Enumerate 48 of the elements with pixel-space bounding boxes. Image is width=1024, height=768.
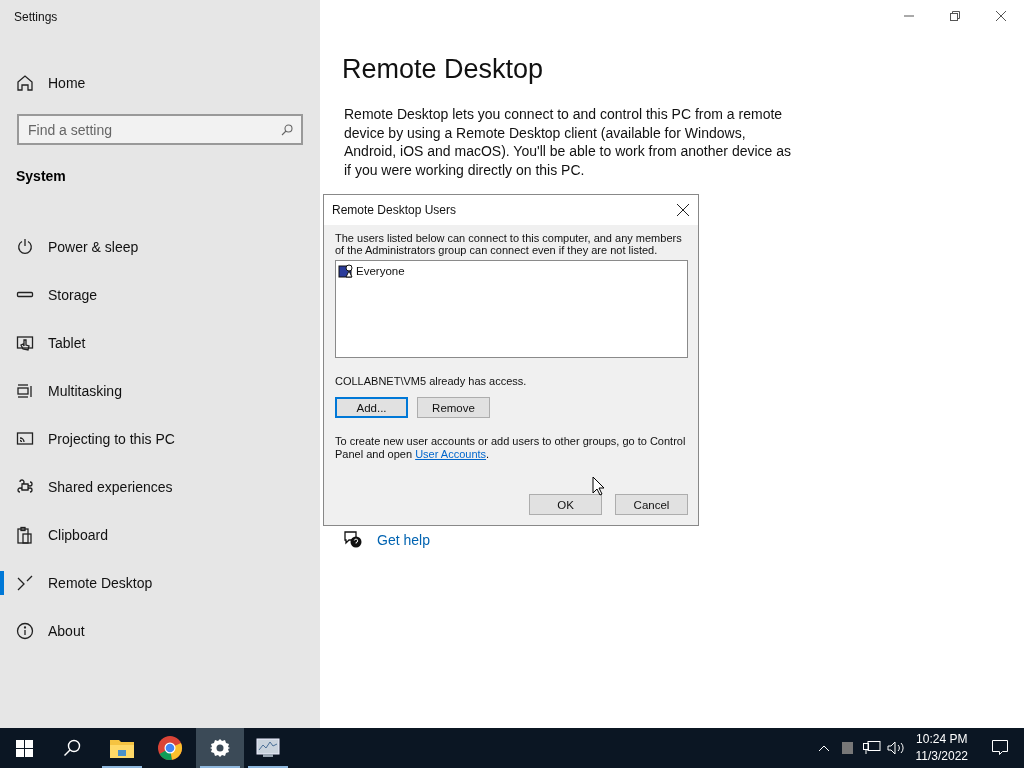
info-icon bbox=[16, 622, 34, 640]
search-icon[interactable] bbox=[281, 124, 293, 136]
mouse-pointer-icon bbox=[592, 476, 605, 496]
page-title: Remote Desktop bbox=[342, 54, 544, 85]
dialog-button[interactable]: Add... bbox=[335, 397, 408, 418]
description: Remote Desktop lets you connect to and control this PC from a remote device by using a Remote Desktop client (available for Windows, Android, iOS and macOS). You'll be able to work from another device as if you were working directly on this PC. bbox=[344, 105, 793, 179]
get-help-link[interactable]: Get help bbox=[377, 532, 430, 548]
status-text: COLLABNET\VM5 already has access. bbox=[335, 375, 528, 387]
windows-logo-icon bbox=[15, 739, 33, 757]
folder-icon bbox=[110, 738, 134, 758]
dialog-button[interactable]: Remove bbox=[417, 397, 490, 418]
nav-item[interactable]: Multitasking bbox=[0, 367, 320, 415]
nav-item[interactable]: About bbox=[0, 607, 320, 655]
nav-item[interactable]: Storage bbox=[0, 271, 320, 319]
home-icon bbox=[16, 74, 34, 92]
list-item[interactable]: Everyone bbox=[356, 265, 405, 277]
dialog-title: Remote Desktop Users bbox=[332, 203, 457, 217]
monitor-icon bbox=[255, 737, 281, 759]
window-title: Settings bbox=[13, 9, 59, 26]
home-link[interactable]: Home bbox=[0, 59, 320, 107]
search-field[interactable]: Find a setting bbox=[17, 114, 303, 145]
restore-icon[interactable] bbox=[950, 11, 960, 21]
close-icon[interactable] bbox=[677, 204, 689, 216]
section-heading: System bbox=[15, 167, 67, 186]
multitasking-icon bbox=[16, 382, 34, 400]
clipboard-icon bbox=[16, 526, 34, 544]
gear-icon bbox=[210, 738, 230, 758]
close-icon[interactable] bbox=[996, 11, 1006, 21]
browser-icon bbox=[157, 735, 183, 761]
clock[interactable]: 10:24 PM 11/3/2022 bbox=[907, 731, 976, 765]
dialog-button[interactable]: OK bbox=[529, 494, 602, 515]
tablet-icon bbox=[16, 334, 34, 352]
search-icon bbox=[63, 739, 81, 757]
nav-item[interactable]: Tablet bbox=[0, 319, 320, 367]
nav-item[interactable]: Power & sleep bbox=[0, 223, 320, 271]
dialog-button[interactable]: Cancel bbox=[615, 494, 688, 515]
power-icon bbox=[16, 238, 34, 256]
nav-item[interactable]: Remote Desktop bbox=[0, 559, 320, 607]
remote-desktop-icon bbox=[16, 574, 34, 592]
cast-icon bbox=[16, 430, 34, 448]
taskbar-button[interactable] bbox=[196, 728, 244, 768]
nav-item[interactable]: Projecting to this PC bbox=[0, 415, 320, 463]
help-chat-icon bbox=[343, 531, 363, 549]
dialog-intro: The users listed below can connect to this computer, and any members of the Administrators group can connect even if they are not listed. bbox=[335, 232, 683, 256]
user-group-icon bbox=[338, 263, 354, 279]
nav-item[interactable]: Shared experiences bbox=[0, 463, 320, 511]
note-text: To create new user accounts or add users to other groups, go to Control Panel and open User Accounts. bbox=[335, 435, 687, 461]
nav-item[interactable]: Clipboard bbox=[0, 511, 320, 559]
